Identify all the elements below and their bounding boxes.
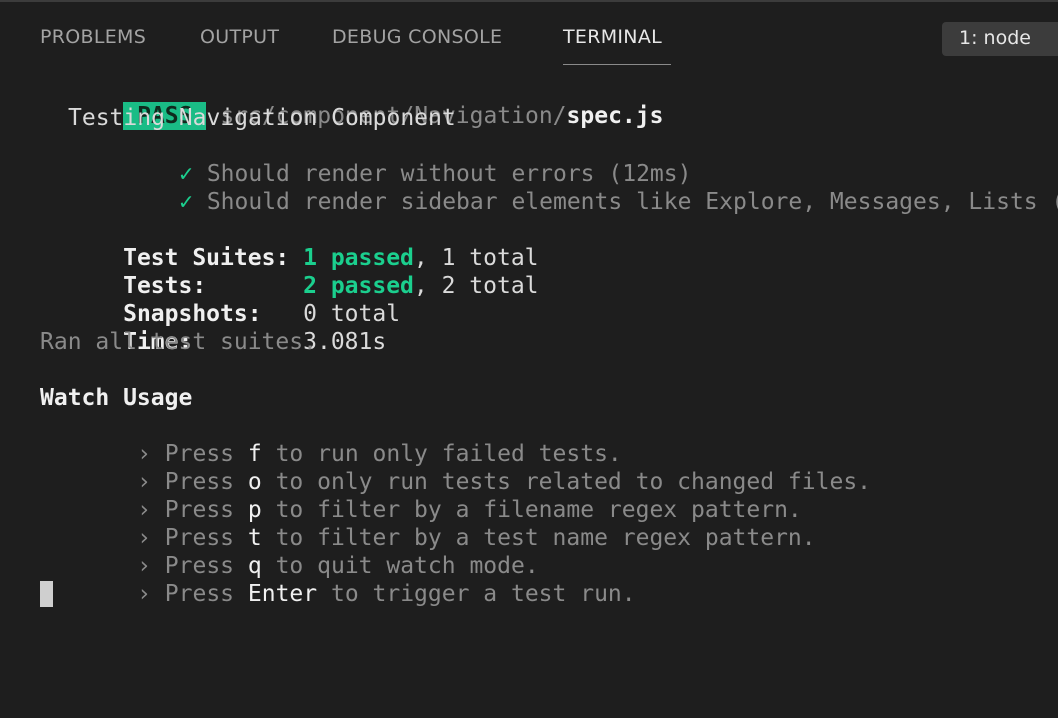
watch-usage-item: › Press t to filter by a test name regex… — [54, 496, 816, 551]
watch-usage-item: › Press p to filter by a filename regex … — [54, 468, 802, 523]
terminal-panel: PROBLEMS OUTPUT DEBUG CONSOLE TERMINAL 1… — [0, 0, 1058, 718]
summary-time: Time: 3.081s — [40, 300, 386, 355]
terminal-selector-dropdown[interactable]: 1: node — [942, 22, 1058, 56]
describe-block: Testing Navigation Component — [68, 105, 456, 131]
tab-terminal[interactable]: TERMINAL — [563, 26, 662, 48]
watch-usage-item: › Press q to quit watch mode. — [54, 524, 539, 579]
watch-usage-prefix: › Press — [137, 581, 248, 607]
test-file-line: PASS src/component/Navigation/spec.js — [40, 74, 663, 130]
watch-usage-item: › Press f to run only failed tests. — [54, 412, 622, 467]
summary-tests: Tests: 2 passed, 2 total — [40, 244, 538, 299]
watch-usage-title: Watch Usage — [40, 385, 193, 411]
test-file-name: spec.js — [566, 103, 664, 129]
test-name: Should render sidebar elements like Expl… — [206, 189, 1058, 215]
summary-suites: Test Suites: 1 passed, 1 total — [40, 216, 538, 271]
watch-usage-key: Enter — [247, 581, 318, 607]
tab-output[interactable]: OUTPUT — [200, 26, 279, 48]
ran-all-message: Ran all test suites. — [40, 329, 317, 355]
active-tab-indicator — [563, 64, 671, 65]
tab-debug-console[interactable]: DEBUG CONSOLE — [332, 26, 502, 48]
watch-usage-item: › Press o to only run tests related to c… — [54, 440, 871, 495]
terminal-cursor[interactable] — [40, 581, 53, 607]
test-result-line: ✓ Should render without errors (12ms) — [96, 132, 691, 187]
summary-total: , 2 total — [413, 273, 539, 299]
summary-snapshots: Snapshots: 0 total — [40, 272, 400, 327]
check-icon: ✓ — [179, 189, 193, 215]
tab-problems[interactable]: PROBLEMS — [40, 26, 146, 48]
watch-usage-item: › Press Enter to trigger a test run. — [54, 552, 636, 607]
panel-tab-bar: PROBLEMS OUTPUT DEBUG CONSOLE TERMINAL 1… — [0, 2, 1058, 66]
watch-usage-text: to trigger a test run. — [317, 581, 636, 607]
test-result-line: ✓ Should render sidebar elements like Ex… — [96, 160, 1058, 215]
